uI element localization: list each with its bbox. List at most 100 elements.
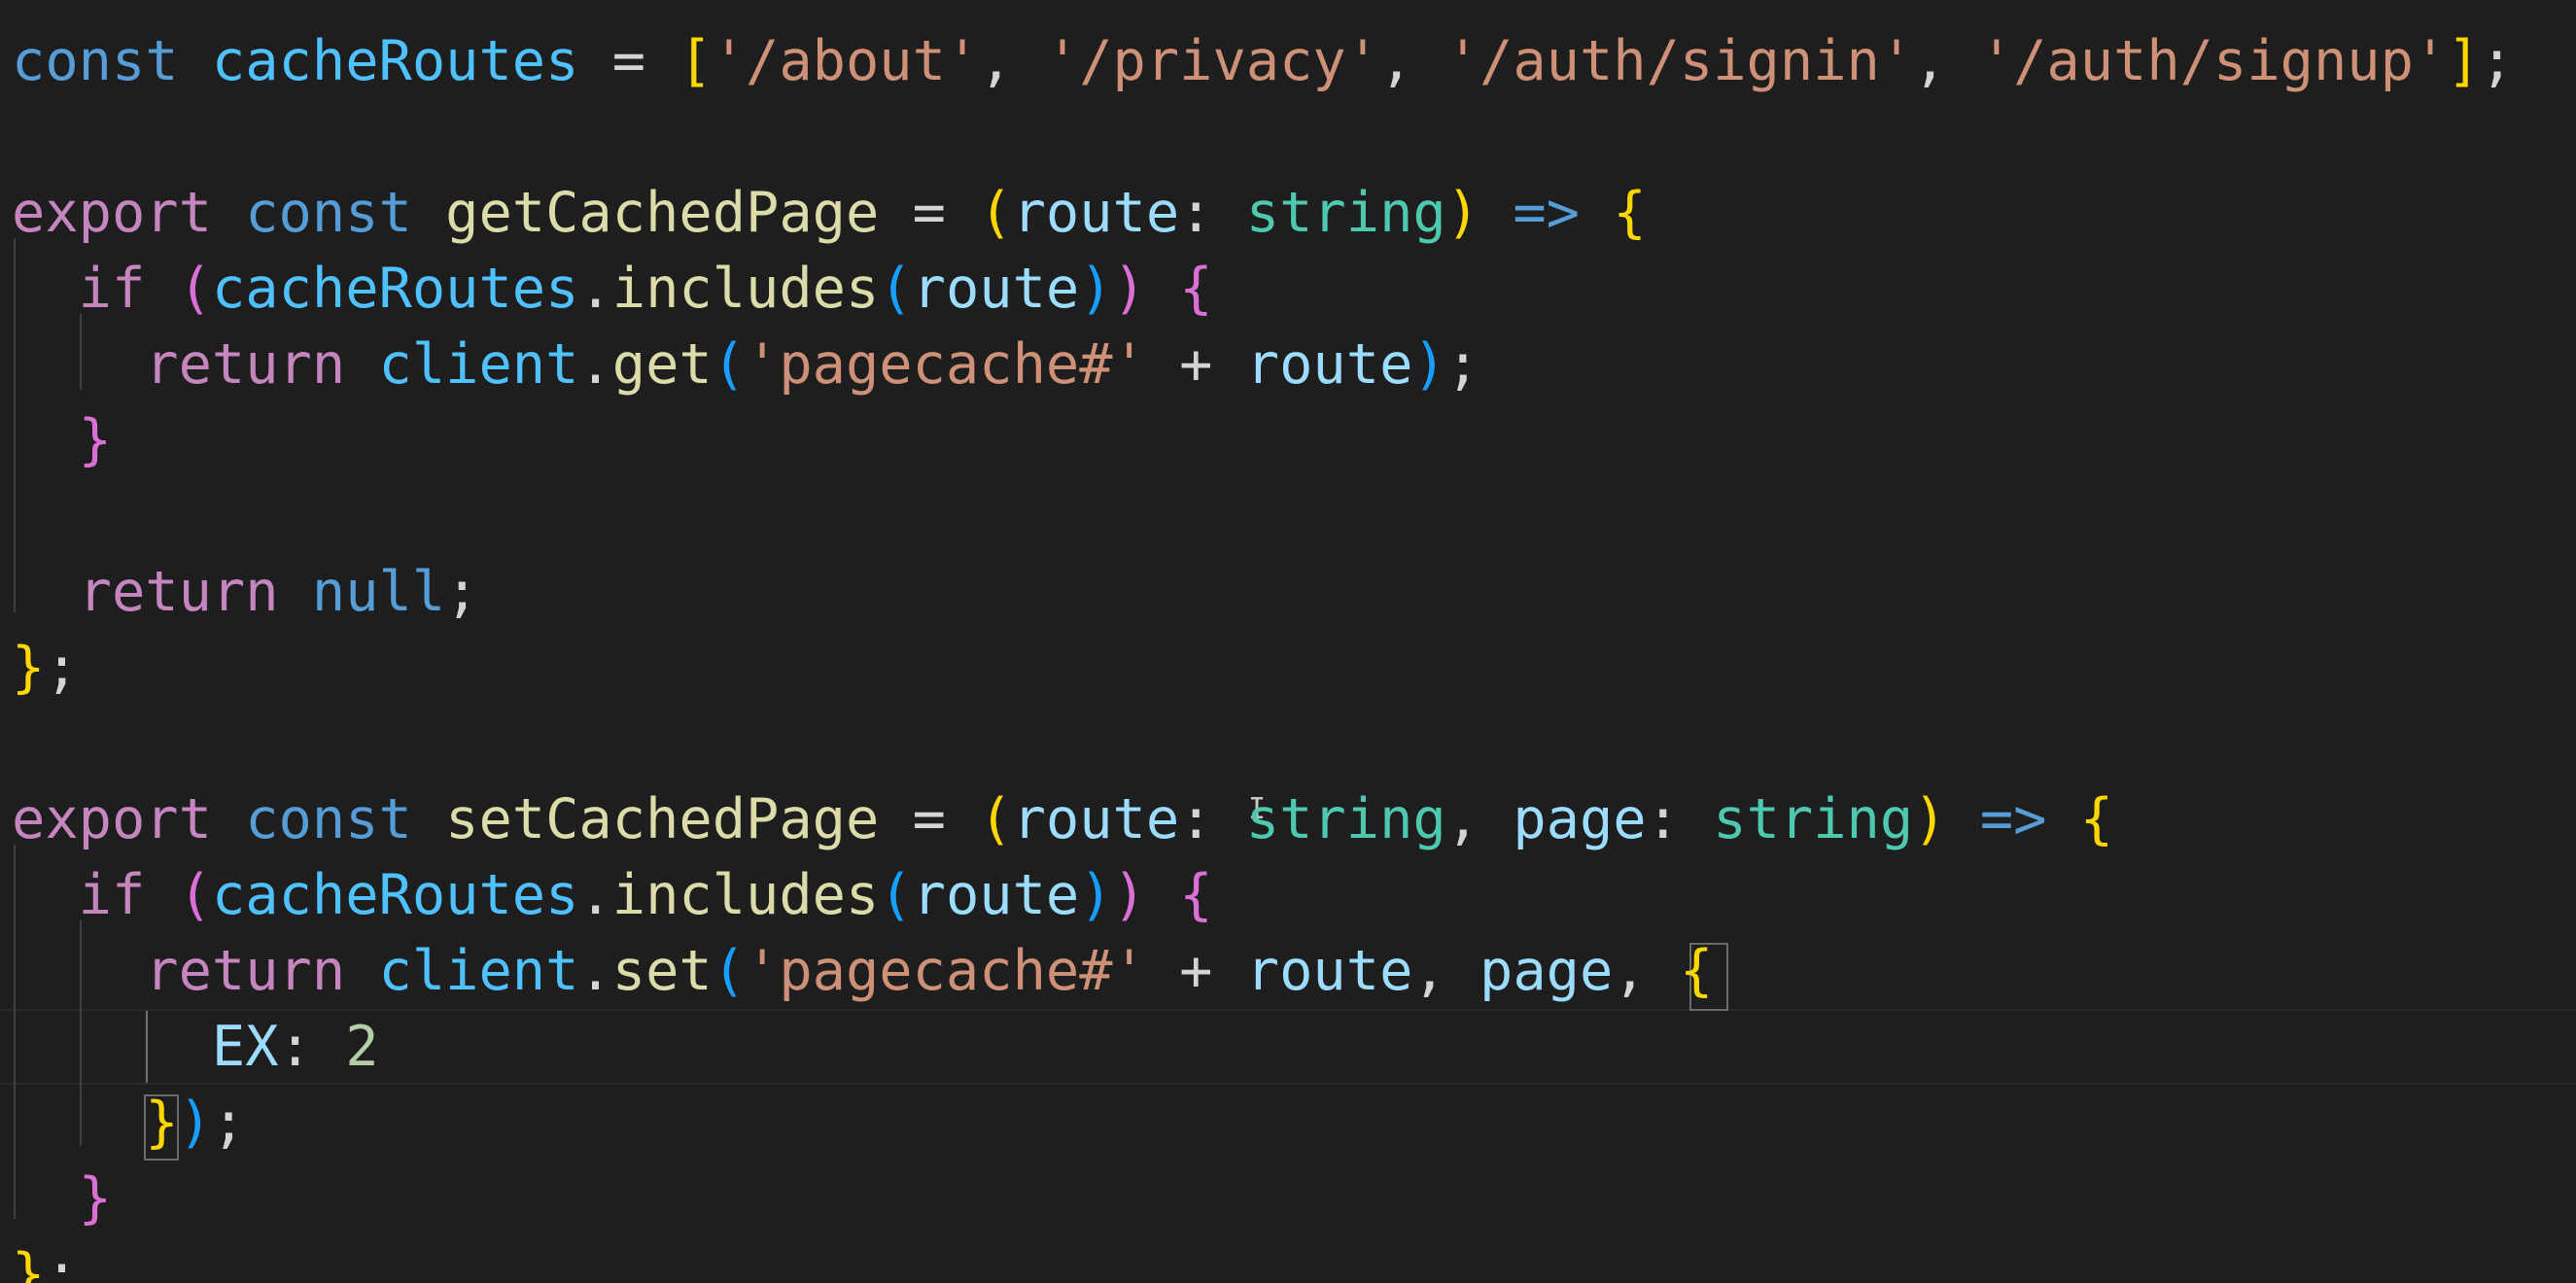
code-token: ) [1079,257,1113,321]
code-token: const [245,181,412,245]
code-token: getCachedPage [445,181,880,245]
code-token: route [912,863,1080,927]
code-token: = [879,181,980,245]
code-token: 2 [345,1015,379,1079]
code-token: ( [712,939,747,1003]
code-token: const [12,29,179,93]
code-token: [ [679,29,713,93]
code-token: + [1145,939,1246,1003]
code-token: ; [1445,332,1480,397]
code-editor[interactable]: I const cacheRoutes = ['/about', '/priva… [0,0,2576,1283]
code-token: '/auth/signup' [1979,29,2448,93]
code-token: + [1145,332,1246,397]
code-line[interactable]: }; [12,1236,79,1283]
code-token: page [1513,787,1647,851]
code-token: ; [211,1091,246,1155]
code-token: => [1513,181,1580,245]
code-token: ( [979,787,1013,851]
code-token: '/about' [712,29,980,93]
code-token: ( [979,181,1013,245]
code-token: return [78,560,279,624]
code-token: ; [45,1242,79,1283]
code-line[interactable]: }; [12,630,79,706]
code-token: ; [45,636,79,700]
code-line[interactable]: return client.set('pagecache#' + route, … [12,933,1713,1009]
code-token: , [1412,939,1480,1003]
code-token: ( [178,863,212,927]
code-token: EX [211,1015,279,1079]
code-token: client [378,332,579,397]
code-token: export [12,787,212,851]
code-line[interactable]: return null; [12,554,479,630]
code-token: : [1646,787,1714,851]
code-token: , [1445,787,1514,851]
code-token: , [1913,29,1980,93]
code-token: const [245,787,412,851]
code-token: ) [178,1091,212,1155]
code-token: : [1179,181,1246,245]
code-token: null [311,560,446,624]
code-line[interactable]: if (cacheRoutes.includes(route)) { [12,251,1213,327]
code-token: ; [2480,29,2514,93]
code-token: cacheRoutes [211,863,579,927]
code-line[interactable]: } [12,402,112,478]
code-token: page [1479,939,1614,1003]
code-token: ) [1412,332,1446,397]
code-line[interactable]: if (cacheRoutes.includes(route)) { [12,857,1213,933]
code-line[interactable]: export const getCachedPage = (route: str… [12,175,1647,251]
code-token: , [1379,29,1446,93]
code-token: { [1679,939,1714,1003]
code-token: ( [712,332,747,397]
code-line[interactable]: export const setCachedPage = (route: str… [12,781,2113,857]
code-token: { [1613,181,1647,245]
code-token: ( [879,863,913,927]
code-token: . [578,863,612,927]
code-line[interactable]: const cacheRoutes = ['/about', '/privacy… [12,23,2514,99]
code-line[interactable]: } [12,1161,112,1236]
code-line[interactable]: return client.get('pagecache#' + route); [12,327,1479,402]
code-token: { [1179,863,1213,927]
code-token: ) [1079,863,1113,927]
code-token: export [12,181,212,245]
code-token: route [1245,332,1413,397]
code-token: client [378,939,579,1003]
code-token: '/auth/signin' [1445,29,1914,93]
code-token: 'pagecache#' [746,939,1146,1003]
code-line[interactable]: }); [12,1085,245,1161]
code-token: } [78,1166,112,1231]
code-line[interactable]: EX: 2 [12,1009,379,1085]
code-token: ( [879,257,913,321]
code-token: get [611,332,713,397]
code-token: . [578,939,612,1003]
code-token: , [979,29,1046,93]
code-token: route [1245,939,1413,1003]
code-token: string [1245,181,1446,245]
code-token: : [278,1015,346,1079]
code-token: route [1012,787,1180,851]
code-token: ) [1112,257,1146,321]
code-token: = [879,787,980,851]
code-token: . [578,332,612,397]
current-line-highlight [0,1009,2576,1085]
code-token: => [1979,787,2047,851]
code-token: cacheRoutes [211,29,579,93]
code-token: = [578,29,679,93]
code-token: cacheRoutes [211,257,579,321]
code-token: setCachedPage [445,787,880,851]
